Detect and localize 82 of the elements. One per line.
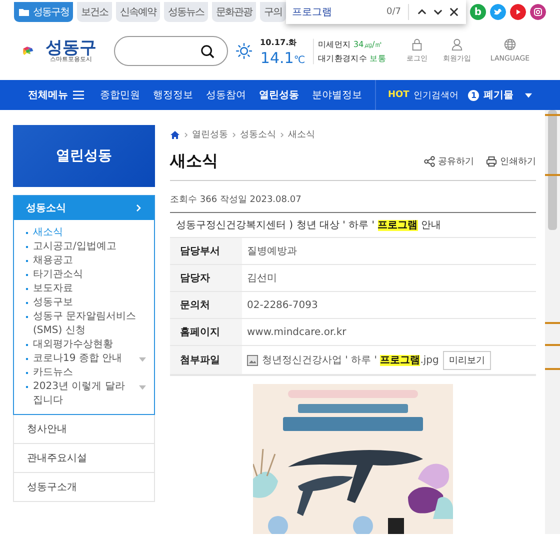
- site-tab[interactable]: 구의: [260, 2, 286, 22]
- printer-icon[interactable]: [486, 156, 497, 167]
- nav-item[interactable]: 종합민원: [100, 88, 140, 102]
- scrollbar[interactable]: [545, 110, 560, 534]
- field-label: 홈페이지: [170, 319, 242, 345]
- nav-item[interactable]: 열린성동: [259, 88, 299, 102]
- field-label: 첨부파일: [170, 346, 242, 374]
- submenu-item[interactable]: 채용공고: [33, 254, 146, 268]
- preview-button[interactable]: 미리보기: [442, 350, 491, 370]
- chevron-right-icon: [280, 132, 284, 138]
- submenu-item[interactable]: 2023년 이렇게 달라집니다: [33, 380, 134, 408]
- attachment-link[interactable]: 청년정신건강사업 ' 하루 ' 프로그램.jpg: [262, 353, 439, 367]
- site-tab[interactable]: 문화관광: [212, 2, 256, 22]
- temperature: 14.1: [260, 48, 294, 66]
- person-icon[interactable]: [451, 38, 464, 51]
- find-field[interactable]: 프로그램: [292, 6, 382, 18]
- breadcrumb-link[interactable]: 새소식: [288, 128, 315, 141]
- nav-item[interactable]: 성동참여: [206, 88, 246, 102]
- sidebar-section[interactable]: 관내주요시설: [13, 444, 155, 473]
- submenu-item[interactable]: 새소식: [33, 226, 146, 240]
- action-link[interactable]: 인쇄하기: [500, 155, 536, 168]
- chevron-right-icon: [184, 132, 188, 138]
- submenu-header[interactable]: 성동소식: [14, 196, 154, 220]
- lock-icon[interactable]: [411, 38, 424, 51]
- nav-item[interactable]: 분야별정보: [312, 88, 362, 102]
- field-label: 담당부서: [170, 238, 242, 264]
- site-tab[interactable]: 신속예약: [116, 2, 160, 22]
- submenu-item[interactable]: 고시공고/입법예고: [33, 240, 146, 254]
- logo-name: 성동구: [46, 40, 96, 56]
- site-tab[interactable]: 보건소: [77, 2, 112, 22]
- field-value: 질병예방과: [246, 245, 297, 259]
- submenu-item[interactable]: 카드뉴스: [33, 366, 146, 380]
- breadcrumb-link[interactable]: 성동소식: [240, 128, 276, 141]
- field-label: 문의처: [170, 292, 242, 318]
- field-value: 김선미: [246, 272, 277, 286]
- action-link[interactable]: 공유하기: [438, 155, 474, 168]
- page-title: 새소식: [170, 151, 218, 172]
- site-tab[interactable]: 성동구청: [14, 2, 73, 22]
- globe-icon[interactable]: [504, 38, 516, 51]
- close-icon[interactable]: [448, 6, 460, 18]
- air-index-value: 보통: [370, 54, 386, 63]
- field-label: 담당자: [170, 265, 242, 291]
- breadcrumb-link[interactable]: 열린성동: [192, 128, 228, 141]
- sidebar-section[interactable]: 성동구소개: [13, 473, 155, 502]
- match-count: 0/7: [386, 7, 401, 17]
- submenu-item[interactable]: 타기관소식: [33, 268, 146, 282]
- home-icon[interactable]: [170, 130, 180, 140]
- submenu-item[interactable]: 코로나19 종합 안내: [33, 352, 134, 366]
- post-title: 성동구정신건강복지센터 ) 청년 대상 ' 하루 ' 프로그램 안내: [170, 213, 536, 238]
- air-index-label: 대기환경지수: [318, 54, 368, 63]
- dust-label: 미세먼지: [318, 40, 351, 49]
- popular-search-term[interactable]: 폐기물: [483, 88, 514, 102]
- image-file-icon: [247, 354, 258, 366]
- field-value[interactable]: www.mindcare.or.kr: [242, 319, 346, 345]
- share-icon[interactable]: [424, 156, 435, 167]
- submenu-item[interactable]: 성동구보: [33, 296, 146, 310]
- sidebar-section[interactable]: 청사안내: [13, 415, 155, 444]
- menu-icon: [73, 90, 84, 100]
- site-tab[interactable]: 성동뉴스: [164, 2, 208, 22]
- field-value: 02-2286-7093: [246, 298, 318, 312]
- temperature-unit: ℃: [294, 54, 306, 66]
- rank-badge: 1: [468, 90, 480, 100]
- nav-item[interactable]: 행정정보: [153, 88, 193, 102]
- chevron-right-icon: [232, 132, 236, 138]
- camera-icon[interactable]: [530, 4, 546, 20]
- all-menu-button[interactable]: 전체메뉴: [28, 88, 84, 102]
- caret-icon[interactable]: [525, 92, 532, 98]
- search-field[interactable]: [114, 36, 228, 66]
- dust-value: 34㎍/㎥: [353, 40, 383, 49]
- post-meta: 조회수 366 작성일 2023.08.07: [170, 181, 536, 213]
- popular-searches-label: 인기검색어: [413, 90, 458, 102]
- submenu-item[interactable]: 대외평가수상현황: [33, 338, 146, 352]
- submenu-item[interactable]: 성동구 문자알림서비스(SMS) 신청: [33, 310, 146, 338]
- play-icon[interactable]: [510, 4, 526, 20]
- chevron-right-icon: [136, 204, 142, 212]
- submenu-item[interactable]: 보도자료: [33, 282, 146, 296]
- bird-icon[interactable]: [490, 4, 506, 20]
- section-title: 열린성동: [56, 147, 112, 165]
- weather-date: 10.17.화: [260, 36, 298, 48]
- hot-tag: HOT: [388, 90, 410, 100]
- search-icon[interactable]: [200, 44, 216, 58]
- folder-icon: [18, 7, 30, 17]
